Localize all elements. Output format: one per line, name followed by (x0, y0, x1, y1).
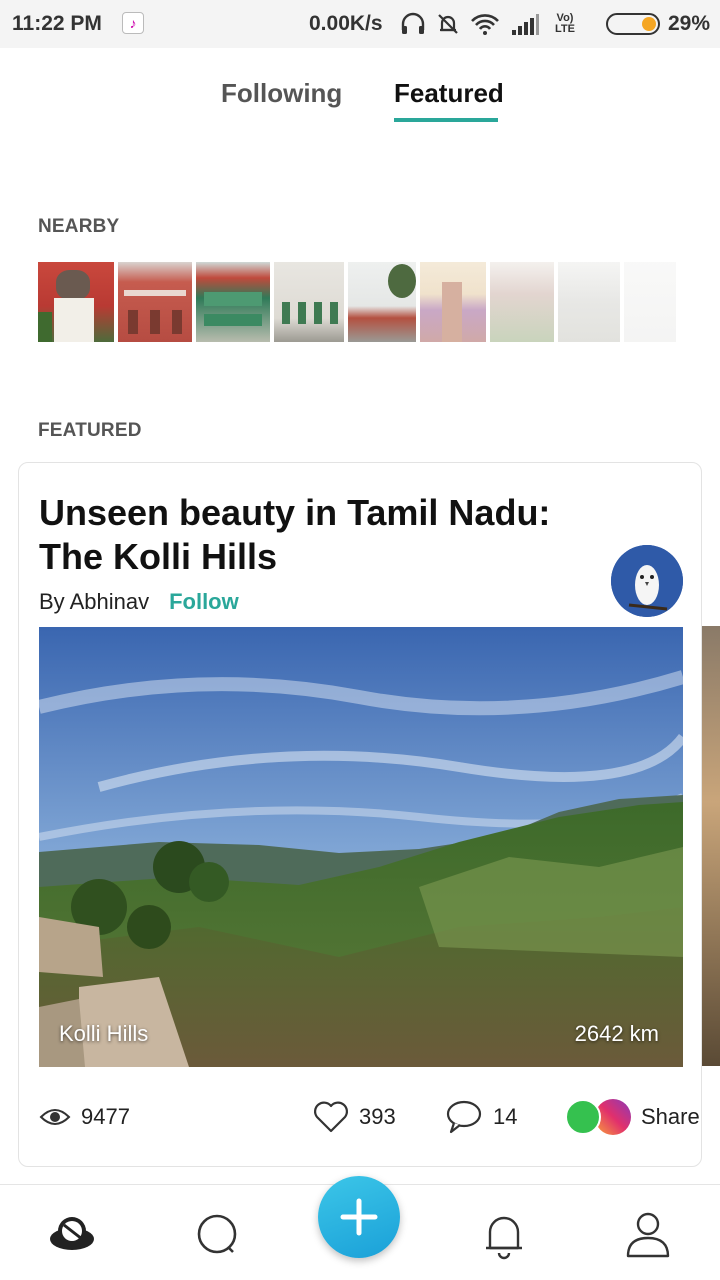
heart-icon (314, 1101, 348, 1133)
story-hero-image[interactable]: Kolli Hills 2642 km (39, 627, 683, 1067)
add-story-button[interactable] (318, 1176, 400, 1258)
nearby-thumbnail[interactable] (348, 262, 416, 342)
nearby-thumbnail[interactable] (196, 262, 270, 342)
nearby-thumbnail[interactable] (624, 262, 676, 342)
comment-icon (446, 1100, 482, 1134)
avatar[interactable] (611, 545, 683, 617)
follow-button[interactable]: Follow (169, 589, 239, 615)
search-icon (197, 1214, 237, 1254)
nav-notifications[interactable] (478, 1209, 530, 1261)
featured-story-card[interactable]: Unseen beauty in Tamil Nadu: The Kolli H… (18, 462, 702, 1167)
status-bar: 11:22 PM ♪ 0.00K/s Vo) LTE 29% (0, 0, 720, 48)
next-card-peek[interactable] (702, 626, 720, 1066)
nearby-thumbnail[interactable] (274, 262, 344, 342)
status-icons: Vo) LTE (400, 10, 580, 38)
nav-profile[interactable] (622, 1209, 674, 1261)
nav-explore[interactable] (46, 1209, 98, 1261)
views-count: 9477 (81, 1104, 130, 1129)
nav-search[interactable] (192, 1209, 244, 1261)
comments-count: 14 (493, 1104, 518, 1129)
featured-heading: FEATURED (38, 420, 142, 441)
distance-label: 2642 km (574, 1021, 659, 1046)
battery-icon (606, 13, 660, 35)
nearby-strip[interactable] (38, 262, 676, 342)
network-speed: 0.00K/s (309, 12, 383, 35)
author-name[interactable]: By Abhinav (39, 589, 149, 615)
battery-percent: 29% (668, 12, 711, 35)
signal-icon (512, 14, 539, 35)
status-time: 11:22 PM (12, 12, 102, 35)
bell-off-icon (438, 14, 458, 34)
eye-icon (39, 1109, 71, 1125)
nearby-thumbnail[interactable] (420, 262, 486, 342)
explore-icon (50, 1217, 94, 1250)
wifi-icon (471, 14, 499, 35)
location-caption: Kolli Hills (59, 1021, 149, 1046)
add-icon (340, 1198, 378, 1236)
lte-indicator: Vo) LTE (555, 12, 575, 35)
story-title[interactable]: Unseen beauty in Tamil Nadu: The Kolli H… (39, 491, 559, 579)
landscape-photo (39, 627, 683, 1067)
nearby-heading: NEARBY (38, 216, 120, 237)
share-button[interactable]: Share (565, 1097, 700, 1137)
headphones-icon (401, 12, 425, 34)
share-apps-icons (565, 1099, 631, 1135)
views-stat: 9477 (39, 1097, 130, 1137)
tab-following[interactable]: Following (221, 78, 342, 124)
story-byline: By Abhinav Follow (39, 589, 239, 615)
owl-avatar-icon (611, 545, 683, 617)
active-tab-indicator (394, 118, 498, 122)
story-stats: 9477 393 14 Share (39, 1097, 700, 1137)
notifications-icon (486, 1216, 522, 1260)
nearby-thumbnail[interactable] (38, 262, 114, 342)
nearby-thumbnail[interactable] (558, 262, 620, 342)
share-label: Share (641, 1104, 700, 1129)
music-app-icon: ♪ (122, 12, 144, 34)
feed-tabs: Following Featured (0, 78, 720, 128)
nearby-thumbnail[interactable] (118, 262, 192, 342)
profile-icon (626, 1212, 670, 1258)
nearby-thumbnail[interactable] (490, 262, 554, 342)
whatsapp-icon (565, 1099, 601, 1135)
likes-count: 393 (359, 1104, 396, 1129)
comment-button[interactable]: 14 (445, 1097, 517, 1137)
like-button[interactable]: 393 (313, 1097, 396, 1137)
